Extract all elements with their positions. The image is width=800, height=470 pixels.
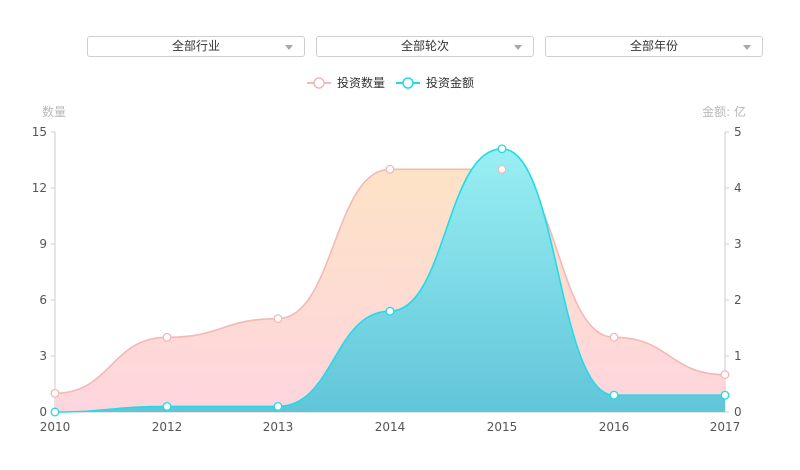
point-count[interactable]: [497, 164, 507, 174]
x-tick-label: 2014: [375, 420, 406, 434]
y-left-tick-label: 3: [39, 349, 47, 363]
y-left-tick-label: 15: [32, 125, 47, 139]
series-areas: [54, 147, 726, 413]
y-right-tick-label: 3: [734, 237, 742, 251]
point-count[interactable]: [385, 164, 395, 174]
point-count[interactable]: [273, 314, 283, 324]
point-amount[interactable]: [385, 306, 395, 316]
y-right-tick-label: 2: [734, 293, 742, 307]
point-amount[interactable]: [720, 390, 730, 400]
point-count[interactable]: [162, 332, 172, 342]
y-right-tick-label: 0: [734, 405, 742, 419]
legend-amount-marker: [402, 77, 414, 89]
point-amount[interactable]: [497, 144, 507, 154]
legend-amount-label: 投资金额: [426, 75, 474, 90]
x-tick-label: 2016: [599, 420, 630, 434]
x-tick-label: 2010: [40, 420, 71, 434]
y-right-tick-label: 1: [734, 349, 742, 363]
y-right-axis-name: 金额: 亿: [702, 104, 746, 119]
x-tick-label: 2017: [710, 420, 741, 434]
point-count[interactable]: [720, 370, 730, 380]
point-count[interactable]: [609, 332, 619, 342]
y-right-tick-label: 4: [734, 181, 742, 195]
point-amount[interactable]: [609, 390, 619, 400]
legend-item-amount[interactable]: 投资金额: [396, 75, 474, 90]
y-left-tick-label: 6: [39, 293, 47, 307]
y-left-tick-label: 9: [39, 237, 47, 251]
legend: 投资数量 投资金额: [307, 75, 474, 90]
x-tick-label: 2012: [152, 420, 183, 434]
point-amount[interactable]: [273, 401, 283, 411]
x-tick-label: 2013: [263, 420, 294, 434]
point-amount[interactable]: [50, 407, 60, 417]
legend-count-label: 投资数量: [337, 75, 385, 90]
legend-item-count[interactable]: 投资数量: [307, 75, 385, 90]
y-left-axis-name: 数量: [42, 104, 66, 119]
x-tick-label: 2015: [487, 420, 518, 434]
y-left-tick-label: 0: [39, 405, 47, 419]
legend-count-marker: [313, 77, 325, 89]
point-count[interactable]: [50, 388, 60, 398]
y-right-tick-label: 5: [734, 125, 742, 139]
point-amount[interactable]: [162, 401, 172, 411]
y-left-tick-label: 12: [32, 181, 47, 195]
investment-chart: 投资数量 投资金额 数量 金额: 亿 036912150123452010 201…: [32, 75, 746, 434]
